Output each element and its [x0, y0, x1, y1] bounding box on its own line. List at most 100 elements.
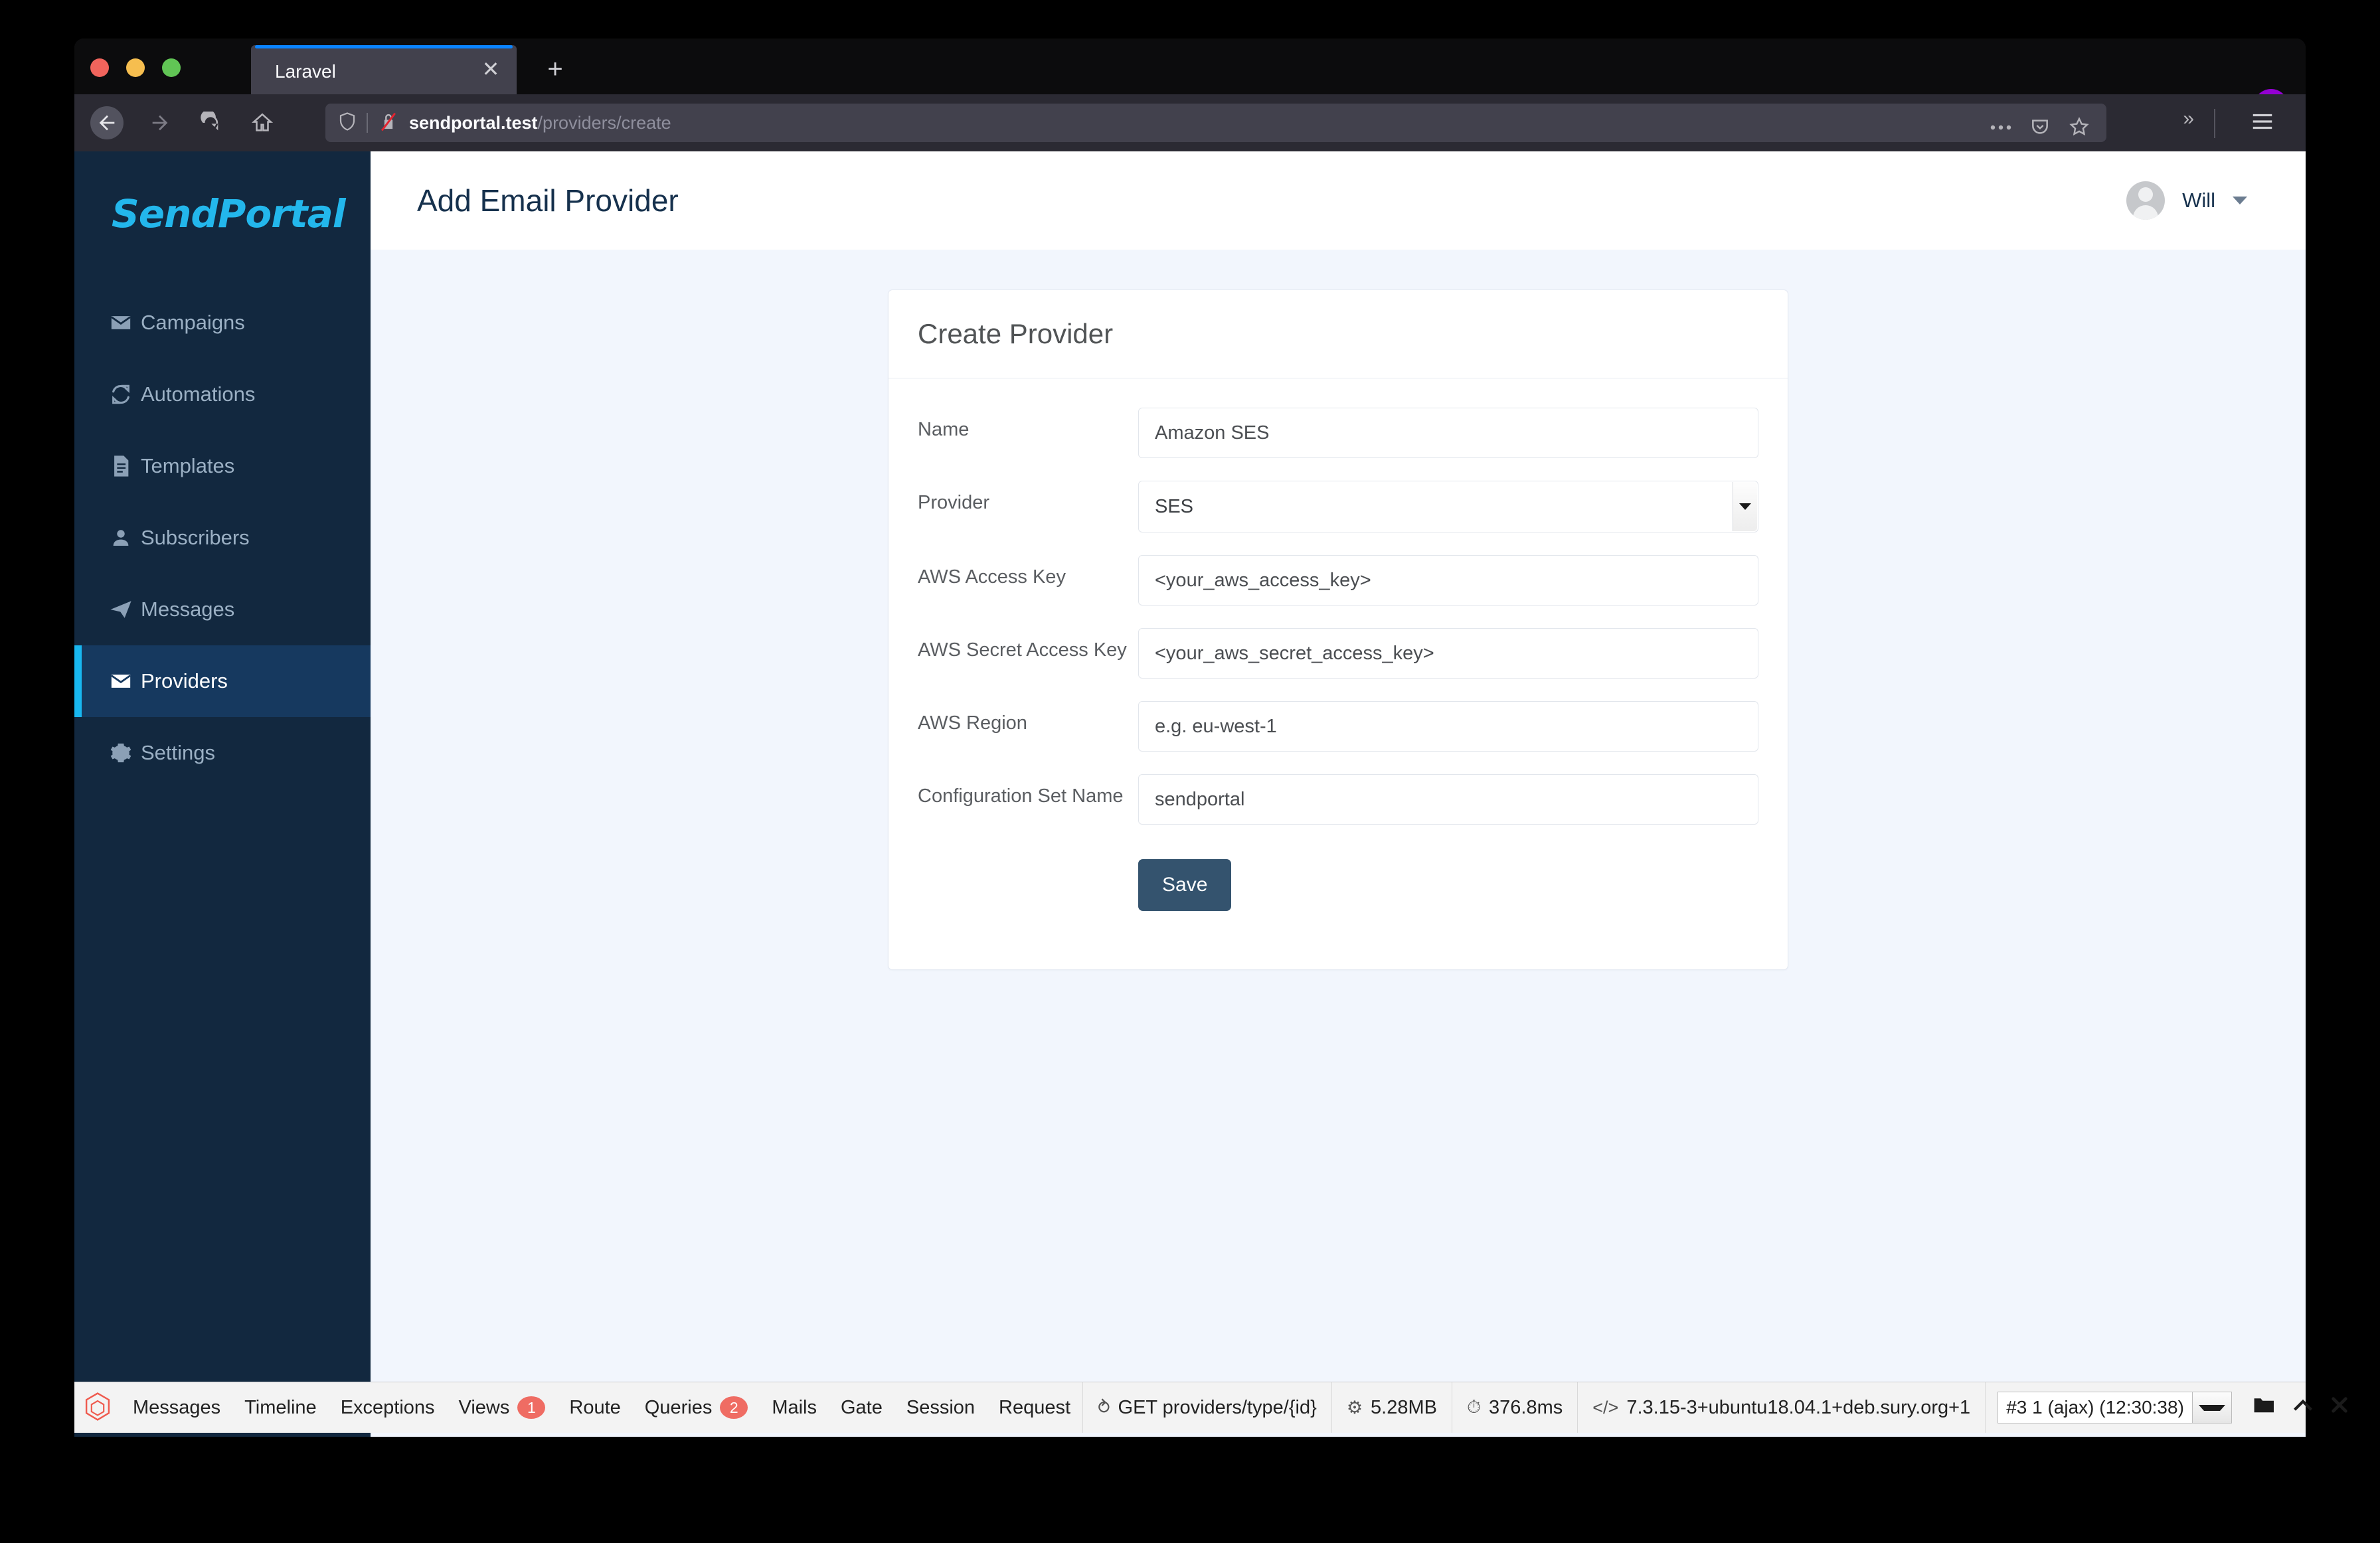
- home-icon[interactable]: [246, 106, 279, 139]
- memory-icon: ⚙: [1346, 1397, 1363, 1418]
- app-content: Add Email Provider Will Create Provider: [371, 151, 2306, 1437]
- plus-icon[interactable]: +: [539, 54, 571, 86]
- sidebar-item-providers[interactable]: Providers: [74, 645, 371, 717]
- user-menu[interactable]: Will: [2126, 181, 2247, 220]
- insecure-lock-icon[interactable]: [379, 111, 398, 135]
- field-control-aws-access-key: [1138, 555, 1758, 606]
- debugbar-tab-messages[interactable]: Messages: [121, 1397, 232, 1419]
- sidebar-item-settings[interactable]: Settings: [74, 717, 371, 789]
- laravel-logo-icon: [74, 1392, 121, 1423]
- close-window-button[interactable]: [90, 58, 109, 77]
- sidebar-item-label: Providers: [141, 669, 228, 692]
- php-version-text: 7.3.15-3+ubuntu18.04.1+deb.sury.org+1: [1626, 1396, 1971, 1418]
- debugbar-tab-queries[interactable]: Queries 2: [633, 1396, 760, 1419]
- debugbar-tab-views[interactable]: Views 1: [447, 1396, 558, 1419]
- debugbar-route-stat[interactable]: ⥁ GET providers/type/{id}: [1082, 1382, 1331, 1433]
- debugbar-tab-session[interactable]: Session: [894, 1397, 987, 1419]
- form-row-configuration-set-name: Configuration Set Name: [918, 774, 1758, 825]
- card-body: Name Provider SES: [889, 378, 1788, 969]
- sidebar-item-label: Templates: [141, 454, 235, 477]
- field-label-aws-access-key: AWS Access Key: [918, 566, 1066, 588]
- forward-arrow-icon[interactable]: [143, 106, 177, 139]
- maximize-window-button[interactable]: [162, 58, 181, 77]
- tab-label: Mails: [772, 1396, 817, 1418]
- sidebar-item-automations[interactable]: Automations: [74, 359, 371, 430]
- user-icon: [108, 527, 134, 549]
- debugbar-tab-timeline[interactable]: Timeline: [232, 1397, 329, 1419]
- url-path: /providers/create: [537, 112, 671, 133]
- ellipsis-icon[interactable]: [1990, 123, 2012, 135]
- debugbar-memory-stat[interactable]: ⚙ 5.28MB: [1331, 1382, 1452, 1433]
- window-traffic-lights[interactable]: [90, 58, 181, 77]
- form-row-aws-region: AWS Region: [918, 701, 1758, 752]
- debugbar-request-area: #3 1 (ajax) (12:30:38): [1985, 1382, 2366, 1433]
- pocket-icon[interactable]: [2029, 116, 2051, 141]
- route-arrow-icon: ⥁: [1098, 1397, 1110, 1418]
- request-selector[interactable]: #3 1 (ajax) (12:30:38): [1998, 1392, 2232, 1423]
- paper-plane-icon: [108, 598, 134, 621]
- minimize-window-button[interactable]: [126, 58, 145, 77]
- close-x-icon[interactable]: [2330, 1396, 2349, 1420]
- configuration-set-name-input[interactable]: [1138, 774, 1758, 825]
- hamburger-menu-icon[interactable]: [2250, 109, 2275, 137]
- form-row-name: Name: [918, 408, 1758, 458]
- web-page: SendPortal Campaigns Automations Templat…: [74, 151, 2306, 1437]
- sidebar-item-label: Messages: [141, 598, 235, 621]
- sidebar-item-label: Settings: [141, 741, 216, 764]
- sidebar-item-campaigns[interactable]: Campaigns: [74, 287, 371, 359]
- close-icon[interactable]: ✕: [479, 58, 502, 81]
- debugbar-tab-request[interactable]: Request: [987, 1397, 1082, 1419]
- sendportal-logo[interactable]: SendPortal: [74, 151, 371, 236]
- save-button[interactable]: Save: [1138, 859, 1232, 911]
- reload-icon[interactable]: [194, 106, 227, 139]
- debugbar-tab-exceptions[interactable]: Exceptions: [329, 1397, 447, 1419]
- actions-spacer: [918, 847, 1138, 911]
- debugbar-tab-route[interactable]: Route: [557, 1397, 632, 1419]
- debugbar-time-stat[interactable]: ⏱ 376.8ms: [1451, 1382, 1577, 1433]
- browser-tab-laravel[interactable]: Laravel ✕: [251, 45, 517, 94]
- field-label-provider: Provider: [918, 492, 989, 513]
- folder-icon[interactable]: [2253, 1396, 2276, 1420]
- url-bar[interactable]: sendportal.test/providers/create: [325, 104, 2106, 142]
- page-title: Add Email Provider: [417, 183, 679, 218]
- field-control-name: [1138, 408, 1758, 458]
- back-arrow-icon[interactable]: [90, 106, 124, 139]
- aws-region-input[interactable]: [1138, 701, 1758, 752]
- sidebar-item-subscribers[interactable]: Subscribers: [74, 502, 371, 574]
- request-selector-value: #3 1 (ajax) (12:30:38): [2006, 1397, 2184, 1418]
- aws-secret-access-key-input[interactable]: [1138, 628, 1758, 679]
- card-header: Create Provider: [889, 290, 1788, 378]
- card-title: Create Provider: [918, 318, 1114, 349]
- app-sidebar: SendPortal Campaigns Automations Templat…: [74, 151, 371, 1437]
- url-bar-icons: [1990, 116, 2090, 141]
- field-label-aws-secret-access-key: AWS Secret Access Key: [918, 639, 1127, 661]
- form-row-provider: Provider SES: [918, 481, 1758, 532]
- tab-label: Queries: [644, 1396, 713, 1418]
- app-topbar: Add Email Provider Will: [371, 151, 2306, 250]
- aws-access-key-input[interactable]: [1138, 555, 1758, 606]
- avatar-body: [2133, 205, 2159, 220]
- chevron-down-icon[interactable]: [2233, 197, 2247, 204]
- tab-label: Session: [906, 1396, 976, 1418]
- chevron-down-icon[interactable]: [2191, 1392, 2231, 1423]
- double-chevron-icon[interactable]: »: [2183, 108, 2194, 130]
- sidebar-item-templates[interactable]: Templates: [74, 430, 371, 502]
- debugbar-tab-mails[interactable]: Mails: [760, 1397, 829, 1419]
- chevron-down-icon[interactable]: [1733, 482, 1757, 531]
- debugbar-tab-gate[interactable]: Gate: [829, 1397, 894, 1419]
- chevron-up-icon[interactable]: [2293, 1397, 2313, 1419]
- document-icon: [108, 455, 134, 477]
- url-domain: sendportal.test: [409, 112, 538, 133]
- provider-select[interactable]: SES: [1138, 481, 1758, 532]
- user-name: Will: [2182, 189, 2215, 212]
- shield-icon[interactable]: [337, 112, 357, 135]
- tab-title: Laravel: [275, 61, 336, 82]
- sidebar-item-messages[interactable]: Messages: [74, 574, 371, 645]
- form-row-aws-access-key: AWS Access Key: [918, 555, 1758, 606]
- tab-label: Views: [458, 1396, 510, 1418]
- name-input[interactable]: [1138, 408, 1758, 458]
- star-icon[interactable]: [2068, 116, 2090, 141]
- debugbar-php-stat[interactable]: </> 7.3.15-3+ubuntu18.04.1+deb.sury.org+…: [1577, 1382, 1985, 1433]
- views-badge: 1: [517, 1396, 546, 1419]
- sidebar-item-label: Automations: [141, 382, 256, 406]
